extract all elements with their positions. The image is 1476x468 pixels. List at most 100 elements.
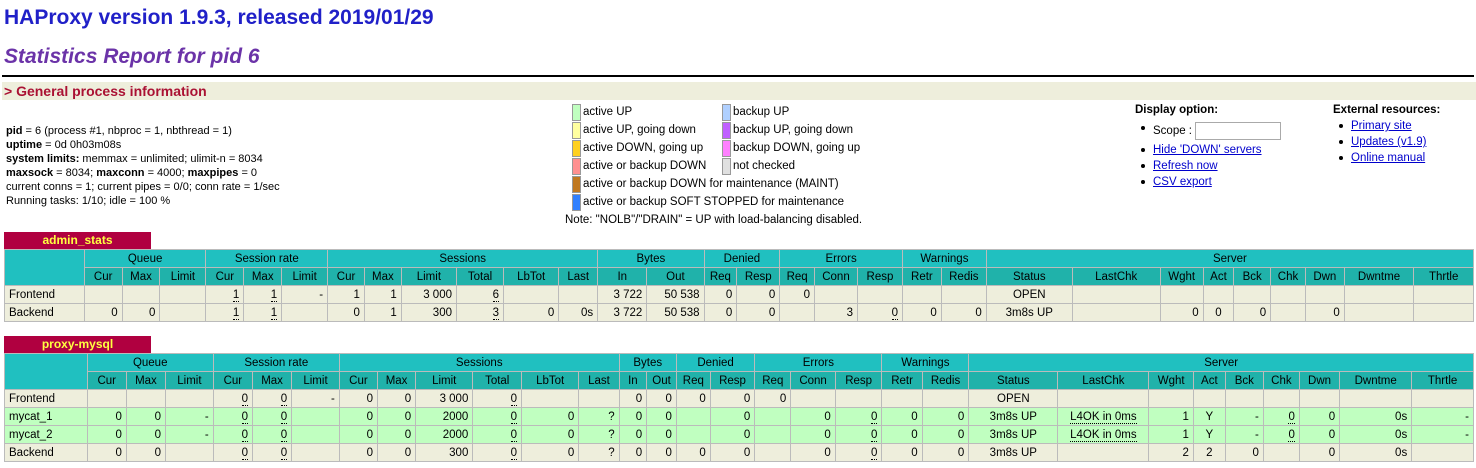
table-cell: 0 <box>1159 303 1204 322</box>
table-cell: 1 <box>243 303 283 322</box>
row-name[interactable]: mycat_1 <box>4 407 88 426</box>
table-cell: 300 <box>400 303 457 322</box>
external-resources: External resources: Primary site Updates… <box>1333 104 1440 166</box>
table-cell: 0 <box>834 407 883 426</box>
table-cell <box>1159 285 1204 304</box>
table-cell: 0 <box>212 425 253 444</box>
hide-down-link[interactable]: Hide 'DOWN' servers <box>1153 144 1262 156</box>
table-cell: 0 <box>327 303 365 322</box>
header-col: Max <box>243 267 283 286</box>
table-cell: 0 <box>251 407 293 426</box>
table-cell: 0 <box>1298 443 1341 462</box>
table-cell: 3 <box>814 303 858 322</box>
header-col: Total <box>472 371 523 390</box>
header-col: Status <box>968 371 1059 390</box>
row-name[interactable]: Backend <box>4 303 85 322</box>
header-group: Denied <box>703 249 781 268</box>
cell-value: 300 <box>449 446 469 459</box>
table-cell: 0 <box>86 443 127 462</box>
header-group: Session rate <box>205 249 329 268</box>
proxy-tab-proxy-mysql[interactable]: proxy-mysql <box>4 336 151 353</box>
header-col: Cur <box>83 267 123 286</box>
table-cell <box>1233 285 1272 304</box>
cell-value: 0 <box>1328 428 1336 441</box>
csv-export-link[interactable]: CSV export <box>1153 176 1212 188</box>
cell-value: 0 <box>366 392 373 405</box>
cell-value: 0 <box>404 446 412 459</box>
table-cell <box>1413 303 1474 322</box>
page-title: HAProxy version 1.9.3, released 2019/01/… <box>4 6 434 29</box>
table-cell: 0s <box>558 303 599 322</box>
header-col: Limit <box>400 267 457 286</box>
table-cell: 0 <box>251 443 293 462</box>
cell-value: L4OK in 0ms <box>1070 410 1137 424</box>
pid-value: = 6 (process #1, nbproc = 1, nbthread = … <box>22 125 232 137</box>
updates-link[interactable]: Updates (v1.9) <box>1351 136 1426 148</box>
refresh-link[interactable]: Refresh now <box>1153 160 1218 172</box>
cell-value: 0 <box>241 446 248 460</box>
header-name-col <box>4 249 85 286</box>
cell-value: 0 <box>547 306 555 319</box>
row-name[interactable]: mycat_2 <box>4 425 88 444</box>
scope-input[interactable] <box>1195 121 1282 140</box>
online-manual-link[interactable]: Online manual <box>1351 152 1425 164</box>
table-cell: 0 <box>646 407 677 426</box>
header-col: Thrtle <box>1411 371 1474 390</box>
header-col: In <box>597 267 648 286</box>
table-cell: 0s <box>1339 407 1413 426</box>
primary-site-link[interactable]: Primary site <box>1351 120 1412 132</box>
legend-label: active UP, going down <box>583 124 696 136</box>
table-cell <box>1413 285 1474 304</box>
divider <box>2 75 1474 77</box>
header-col: Req <box>703 267 738 286</box>
cell-value: 3m8s UP <box>989 428 1037 441</box>
header-col: Act <box>1192 371 1226 390</box>
header-group: Errors <box>779 249 903 268</box>
table-cell: 1 <box>1148 407 1194 426</box>
cell-value: 0 <box>911 428 918 441</box>
cell-value: 6 <box>492 288 500 302</box>
table-cell <box>165 389 214 408</box>
cell-value: 0 <box>1252 446 1259 459</box>
cell-value: 1 <box>390 306 397 319</box>
cell-value: ? <box>608 428 615 441</box>
legend-label: backup UP, going down <box>733 124 853 136</box>
cell-value: ? <box>608 410 615 423</box>
cell-value: 0s <box>1395 428 1408 441</box>
legend-label: active UP <box>583 106 633 118</box>
header-col: Cur <box>205 267 245 286</box>
display-options: Display option: Scope : Hide 'DOWN' serv… <box>1135 104 1282 190</box>
table-cell: 0 <box>618 425 648 444</box>
table-cell: 0 <box>86 425 127 444</box>
table-cell: 3m8s UP <box>968 443 1059 462</box>
table-cell <box>754 407 792 426</box>
maxconn-value: = 4000; <box>144 167 188 179</box>
proxy-tab-admin-stats[interactable]: admin_stats <box>4 232 151 249</box>
header-col: Dwn <box>1298 371 1341 390</box>
table-cell: 0 <box>338 425 378 444</box>
header-col: Chk <box>1262 371 1300 390</box>
stats-table-proxy-mysql: Queue Session rate Sessions Bytes Denied Erro… <box>4 353 1474 462</box>
header-col: Wght <box>1148 371 1194 390</box>
table-cell: 0 <box>754 389 792 408</box>
table-cell <box>1343 303 1415 322</box>
cell-value: 0 <box>957 410 965 423</box>
row-name[interactable]: Frontend <box>4 285 85 304</box>
cell-value: 1 <box>390 288 397 301</box>
table-cell: 0 <box>472 443 523 462</box>
row-name[interactable]: Frontend <box>4 389 88 408</box>
cell-value: 0 <box>115 410 122 423</box>
cell-value: 1 <box>270 306 278 320</box>
table-cell: 0 <box>921 407 970 426</box>
cell-value: 0 <box>871 428 878 442</box>
cell-value: - <box>331 392 335 405</box>
cell-value: OPEN <box>997 392 1030 405</box>
header-col: In <box>618 371 648 390</box>
table-cell: 0 <box>709 425 756 444</box>
table-cell <box>1339 389 1413 408</box>
cell-value: Y <box>1205 428 1214 441</box>
header-group: Queue <box>86 353 214 372</box>
table-cell <box>1304 285 1345 304</box>
table-cell <box>165 443 214 462</box>
row-name[interactable]: Backend <box>4 443 88 462</box>
